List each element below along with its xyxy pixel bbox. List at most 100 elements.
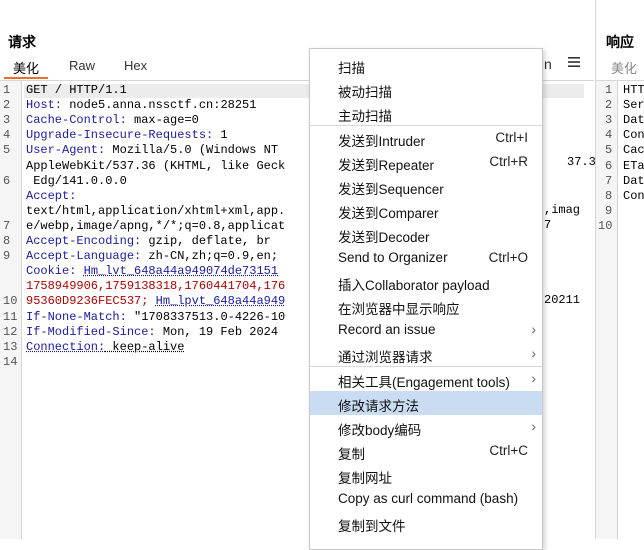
- menu-item-label: 被动扫描: [338, 85, 392, 100]
- response-line: HTT: [623, 83, 644, 97]
- menu-item-shortcut: Ctrl+I: [495, 130, 528, 145]
- code-token: 1758949906,1759138318,1760441704,176: [26, 279, 286, 294]
- menu-item[interactable]: Send to Organizer Ctrl+O: [310, 246, 542, 270]
- response-tab-pretty[interactable]: 美化: [611, 58, 637, 77]
- request-line: Accept-Encoding: gzip, deflate, br: [26, 234, 271, 248]
- code-token: text/html,application/xhtml+xml,app.: [26, 203, 286, 218]
- request-line: text/html,application/xhtml+xml,app.: [26, 204, 285, 218]
- menu-item[interactable]: 发送到Sequencer: [310, 174, 542, 198]
- menu-item[interactable]: 发送到Intruder Ctrl+I: [310, 126, 542, 150]
- code-token: zh-CN,zh;q=0.9,en;: [141, 249, 279, 264]
- response-line-number: 8: [605, 188, 613, 203]
- code-token: Edg/141.0.0.0: [26, 173, 127, 188]
- request-line: Edg/141.0.0.0: [26, 174, 127, 188]
- code-token: max-age=0: [126, 113, 199, 128]
- menu-item-label: Send to Organizer: [338, 250, 448, 265]
- request-line: e/webp,image/apng,*/*;q=0.8,applicat: [26, 219, 285, 233]
- line-number: 14: [3, 354, 18, 369]
- response-line: Cac: [623, 143, 644, 158]
- request-line: Upgrade-Insecure-Requests: 1: [26, 128, 228, 142]
- menu-item[interactable]: 复制到文件: [310, 511, 542, 535]
- menu-item[interactable]: 被动扫描: [310, 77, 542, 101]
- request-line: Accept-Language: zh-CN,zh;q=0.9,en;: [26, 249, 278, 263]
- request-line: GET / HTTP/1.1: [26, 83, 127, 97]
- code-token: Cookie:: [26, 264, 77, 279]
- menu-item[interactable]: 通过浏览器请求 ›: [310, 342, 542, 366]
- request-line: Accept:: [26, 189, 76, 203]
- line-number: 8: [3, 234, 11, 248]
- menu-item[interactable]: 发送到Decoder: [310, 222, 542, 246]
- menu-item-label: Copy as curl command (bash): [338, 491, 519, 506]
- request-gutter-border: [21, 81, 22, 539]
- menu-item[interactable]: 相关工具(Engagement tools) ›: [310, 367, 542, 391]
- line-number: 2: [3, 98, 11, 113]
- code-token: AppleWebKit/537.36 (KHTML, like Geck: [26, 158, 286, 173]
- menu-item[interactable]: 扫描: [310, 53, 542, 77]
- tab-pretty[interactable]: 美化: [13, 58, 39, 77]
- tab-raw[interactable]: Raw: [69, 58, 95, 73]
- line-number: 10: [3, 294, 18, 309]
- request-overflow-text-3: 7: [544, 218, 552, 232]
- menu-item[interactable]: 在浏览器中显示响应: [310, 294, 542, 318]
- response-line: Dat: [623, 173, 644, 188]
- menu-item[interactable]: 发送到Repeater Ctrl+R: [310, 150, 542, 174]
- code-token: Hm_lvt_648a44a949074de73151: [83, 264, 279, 279]
- line-number: 11: [3, 309, 18, 324]
- response-line-number: 2: [605, 98, 613, 113]
- menu-item-shortcut: Ctrl+R: [489, 154, 528, 169]
- request-line: Cookie: Hm_lvt_648a44a949074de73151: [26, 264, 278, 278]
- menu-item[interactable]: Record an issue ›: [310, 318, 542, 342]
- hamburger-icon[interactable]: [568, 55, 580, 71]
- chevron-right-icon: ›: [531, 345, 536, 361]
- menu-item-label: 复制: [338, 447, 365, 462]
- menu-item-label: 修改请求方法: [338, 399, 419, 414]
- menu-item[interactable]: 主动扫描: [310, 101, 542, 125]
- request-line: 1758949906,1759138318,1760441704,176: [26, 279, 285, 293]
- code-token: If-Modified-Since:: [26, 324, 156, 339]
- menu-item[interactable]: 修改body编码 ›: [310, 415, 542, 439]
- menu-item-label: 发送到Comparer: [338, 206, 439, 221]
- code-token: Accept-Language:: [26, 249, 142, 264]
- tab-hex[interactable]: Hex: [124, 58, 147, 73]
- request-line: If-Modified-Since: Mon, 19 Feb 2024: [26, 325, 278, 339]
- menu-item-shortcut: Ctrl+C: [489, 443, 528, 458]
- menu-item[interactable]: 复制网址: [310, 463, 542, 487]
- response-line-number: 7: [605, 173, 613, 188]
- code-token: GET / HTTP/1.1: [26, 83, 127, 97]
- response-line-number: 6: [605, 158, 613, 173]
- request-line: User-Agent: Mozilla/5.0 (Windows NT: [26, 143, 278, 157]
- line-number: 4: [3, 128, 11, 143]
- response-line: ETa: [623, 158, 644, 173]
- menu-item-label: 在浏览器中显示响应: [338, 302, 460, 317]
- menu-item[interactable]: 复制 Ctrl+C: [310, 439, 542, 463]
- request-line: 95360D9236FEC537; Hm_lpvt_648a44a949: [26, 294, 285, 308]
- active-tab-underline: [4, 77, 48, 79]
- chevron-right-icon: ›: [531, 321, 536, 337]
- response-pane-title: 响应: [606, 34, 634, 50]
- response-line: Con: [623, 188, 644, 203]
- code-token: Mozilla/5.0 (Windows NT: [105, 143, 279, 158]
- menu-item-label: 复制网址: [338, 471, 392, 486]
- response-line: Dat: [623, 113, 644, 128]
- line-number: 9: [3, 249, 11, 264]
- menu-item[interactable]: Copy as curl command (bash): [310, 487, 542, 511]
- menu-item-label: 发送到Intruder: [338, 134, 426, 149]
- menu-item[interactable]: 修改请求方法: [310, 391, 542, 415]
- request-line: Host: node5.anna.nssctf.cn:28251: [26, 98, 256, 112]
- menu-item[interactable]: 发送到Comparer: [310, 198, 542, 222]
- response-line: Ser: [623, 98, 644, 113]
- code-token: node5.anna.nssctf.cn:28251: [62, 98, 257, 113]
- response-line-number: 10: [598, 218, 613, 233]
- menu-item-label: 插入Collaborator payload: [338, 278, 490, 293]
- context-menu[interactable]: 扫描被动扫描 主动扫描发送到Intruder Ctrl+I 发送到Repeater Ct…: [309, 48, 543, 550]
- code-token: Cache-Control:: [26, 113, 127, 128]
- response-line: Con: [623, 128, 644, 143]
- code-token: "1708337513.0-4226-10: [126, 309, 286, 324]
- request-line: Cache-Control: max-age=0: [26, 113, 199, 127]
- code-token: gzip, deflate, br: [141, 234, 271, 248]
- response-line-number: 4: [605, 128, 613, 143]
- request-overflow-text-2: ,imag: [544, 203, 581, 217]
- menu-item[interactable]: 插入Collaborator payload: [310, 270, 542, 294]
- response-gutter-border: [617, 81, 618, 539]
